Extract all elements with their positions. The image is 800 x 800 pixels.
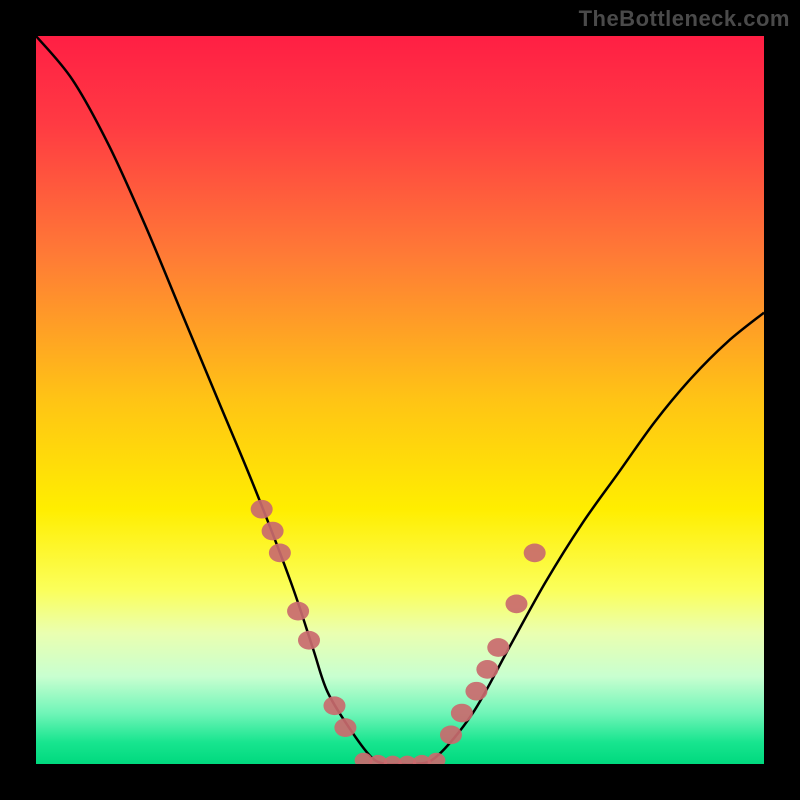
data-marker	[505, 594, 527, 613]
data-marker	[487, 638, 509, 657]
data-marker	[269, 544, 291, 563]
plot-area	[36, 36, 764, 764]
chart-svg	[36, 36, 764, 764]
data-marker	[287, 602, 309, 621]
data-marker	[323, 696, 345, 715]
gradient-background	[36, 36, 764, 764]
data-marker	[298, 631, 320, 650]
data-marker	[440, 726, 462, 745]
data-marker	[451, 704, 473, 723]
data-marker	[465, 682, 487, 701]
data-marker	[524, 544, 546, 563]
data-marker	[334, 718, 356, 737]
data-marker	[262, 522, 284, 541]
data-marker	[476, 660, 498, 679]
data-marker	[251, 500, 273, 519]
chart-container: TheBottleneck.com	[0, 0, 800, 800]
watermark-text: TheBottleneck.com	[579, 6, 790, 32]
